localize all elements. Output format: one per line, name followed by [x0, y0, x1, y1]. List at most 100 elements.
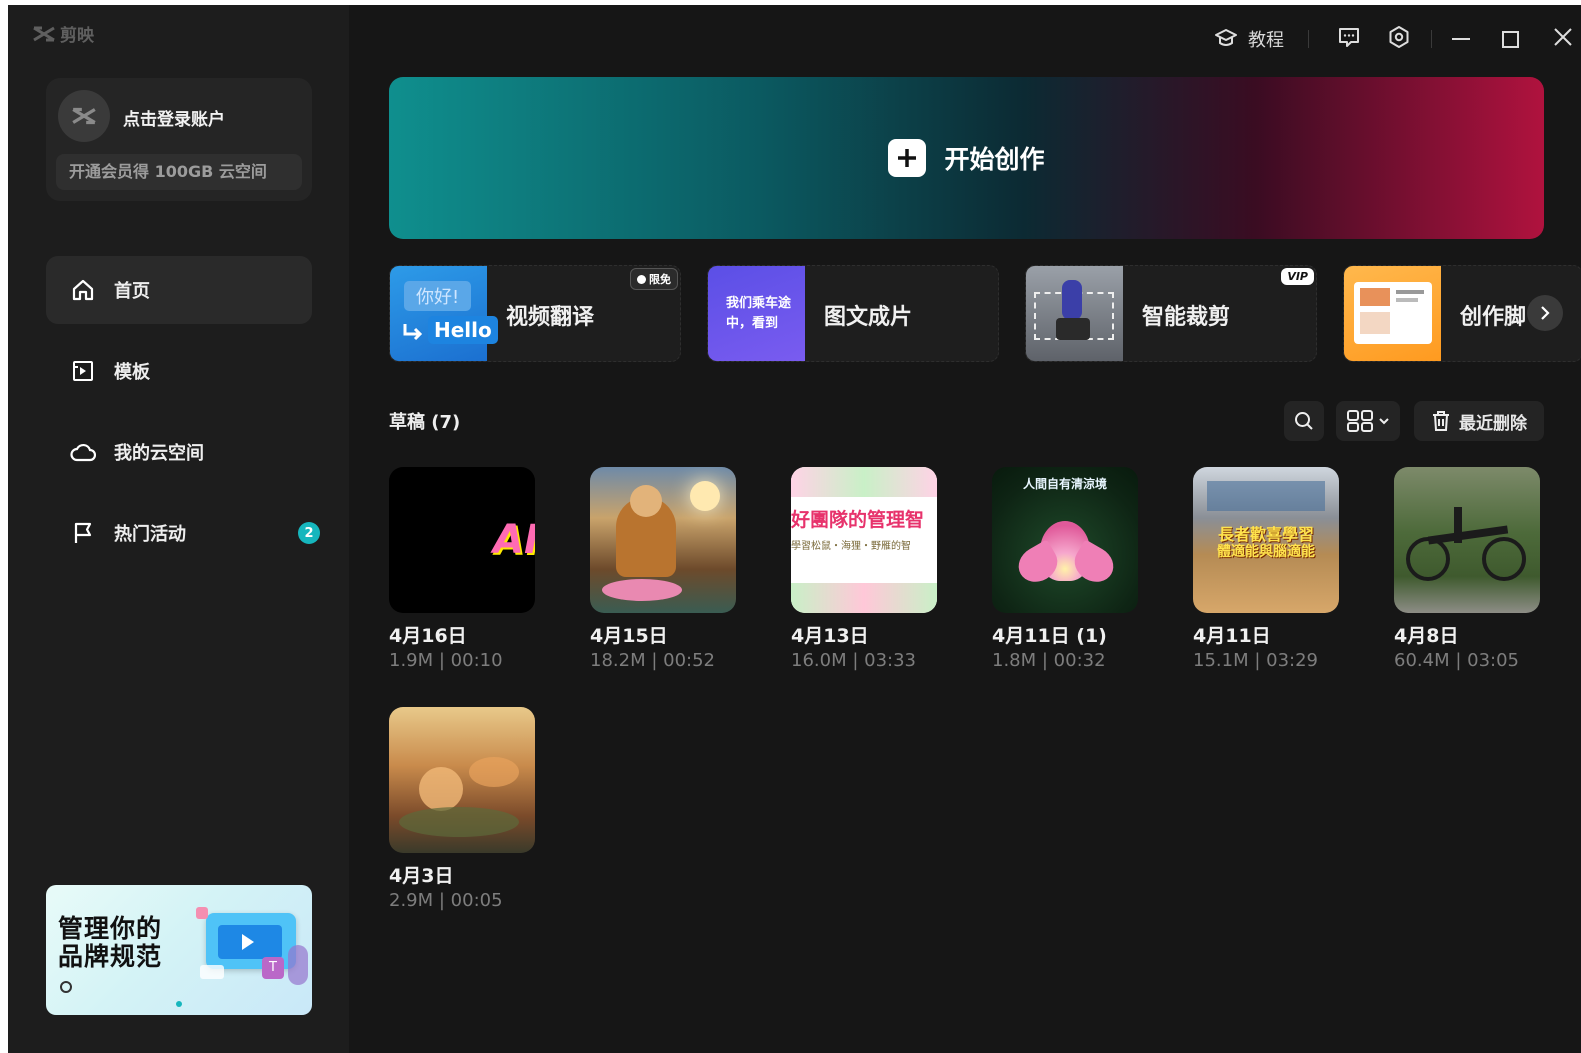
- text-to-video-thumbnail: 我们乘车途 中，看到: [708, 266, 805, 361]
- tool-video-translate[interactable]: 你好! Hello 视频翻译 限免: [389, 265, 681, 362]
- draft-meta: 18.2M | 00:52: [590, 650, 715, 671]
- nav-label: 模板: [114, 362, 150, 383]
- brand-promo-banner[interactable]: 管理你的 品牌规范 T: [46, 885, 312, 1015]
- recent-delete-button[interactable]: 最近删除: [1414, 401, 1544, 441]
- minimize-icon[interactable]: [1452, 38, 1470, 40]
- draft-card[interactable]: 4月8日 60.4M | 03:05: [1394, 467, 1544, 671]
- thumb-bubble-bottom: Hello: [428, 316, 498, 344]
- draft-meta: 15.1M | 03:29: [1193, 650, 1318, 671]
- thumb-overlay-text: 人間自有清涼境: [1022, 477, 1107, 491]
- chevron-down-icon: [1379, 418, 1389, 425]
- draft-date: 4月15日: [590, 625, 668, 647]
- sidebar: 剪映 点击登录账户 开通会员得 100GB 云空间 首页 模板 我的云空间 热门…: [8, 5, 349, 1053]
- free-tag-label: 限免: [649, 273, 671, 286]
- tool-text-to-video[interactable]: 我们乘车途 中，看到 图文成片: [707, 265, 999, 362]
- draft-date: 4月11日 (1): [992, 625, 1107, 647]
- title-bar: 教程: [1214, 19, 1581, 59]
- draft-card[interactable]: 4月15日 18.2M | 00:52: [590, 467, 740, 671]
- free-tag: 限免: [630, 268, 678, 290]
- draft-card[interactable]: AI 4月16日 1.9M | 00:10: [389, 467, 539, 671]
- draft-card[interactable]: 人間自有清涼境 4月11日 (1) 1.8M | 00:32: [992, 467, 1142, 671]
- arrow-turn-icon: [403, 324, 423, 341]
- clock-icon: [637, 274, 646, 284]
- scroll-right-button[interactable]: [1527, 295, 1563, 331]
- flag-icon: [70, 520, 96, 546]
- draft-thumbnail: [590, 467, 736, 613]
- draft-date: 4月13日: [791, 625, 869, 647]
- settings-icon[interactable]: [1387, 25, 1411, 54]
- thumb-overlay-sub: 體適能與腦適能: [1217, 544, 1315, 560]
- draft-thumbnail: AI: [389, 467, 535, 613]
- plus-icon: [888, 139, 927, 177]
- drafts-title: 草稿 (7): [389, 412, 461, 433]
- draft-date: 4月8日: [1394, 625, 1459, 647]
- tool-label: 创作脚: [1460, 305, 1527, 330]
- promo-line-1: 管理你的: [58, 914, 163, 943]
- recent-delete-label: 最近删除: [1459, 413, 1527, 434]
- draft-date: 4月3日: [389, 865, 454, 887]
- grid-view-icon: [1347, 410, 1373, 432]
- app-name: 剪映: [60, 26, 94, 46]
- draft-thumbnail: [389, 707, 535, 853]
- start-creation-button[interactable]: 开始创作: [389, 77, 1544, 239]
- draft-card[interactable]: 好團隊的管理智 學習松鼠・海狸・野雁的智 4月13日 16.0M | 03:33: [791, 467, 941, 671]
- tool-label: 视频翻译: [506, 305, 595, 330]
- thumb-overlay-text: AI: [493, 517, 535, 563]
- home-icon: [70, 277, 96, 303]
- avatar-logo-icon: [72, 107, 96, 125]
- draft-thumbnail: 好團隊的管理智 學習松鼠・海狸・野雁的智: [791, 467, 937, 613]
- login-link[interactable]: 点击登录账户: [123, 105, 225, 130]
- promo-line-2: 品牌规范: [58, 942, 163, 971]
- promo-illustration: T: [196, 907, 308, 985]
- vip-tag: VIP: [1281, 268, 1314, 285]
- app-logo: 剪映: [32, 21, 94, 46]
- thumb-bubble-top: 你好!: [404, 281, 472, 311]
- tutorial-button[interactable]: 教程: [1214, 26, 1284, 52]
- account-card[interactable]: 点击登录账户 开通会员得 100GB 云空间: [46, 78, 312, 201]
- thumb-overlay-text: 好團隊的管理智: [791, 509, 925, 531]
- separator: [1431, 30, 1432, 48]
- nav-home[interactable]: 首页: [46, 256, 312, 324]
- nav-events[interactable]: 热门活动 2: [46, 499, 320, 567]
- play-icon: [242, 934, 254, 950]
- cloud-icon: [70, 439, 96, 465]
- start-creation-label: 开始创作: [944, 145, 1045, 174]
- draft-date: 4月16日: [389, 625, 467, 647]
- nav-label: 首页: [114, 281, 150, 302]
- thumb-caption-2: 中，看到: [726, 316, 779, 331]
- promo-banner-text: 管理你的 品牌规范: [58, 915, 162, 971]
- nav-label: 我的云空间: [114, 443, 204, 464]
- feedback-icon[interactable]: [1337, 25, 1361, 54]
- trash-icon: [1433, 411, 1449, 431]
- maximize-icon[interactable]: [1502, 30, 1519, 48]
- draft-thumbnail: 人間自有清涼境: [992, 467, 1138, 613]
- vip-promo[interactable]: 开通会员得 100GB 云空间: [56, 154, 302, 190]
- chevron-right-icon: [1541, 306, 1550, 320]
- search-button[interactable]: [1284, 401, 1324, 441]
- draft-meta: 16.0M | 03:33: [791, 650, 916, 671]
- tool-label: 图文成片: [824, 305, 913, 330]
- tool-label: 智能裁剪: [1142, 305, 1231, 330]
- script-thumbnail: [1344, 266, 1441, 361]
- draft-meta: 60.4M | 03:05: [1394, 650, 1519, 671]
- promo-brand-mark: [60, 981, 72, 993]
- close-icon[interactable]: [1553, 27, 1573, 52]
- nav-cloud[interactable]: 我的云空间: [46, 418, 312, 486]
- search-icon: [1295, 412, 1313, 430]
- draft-meta: 2.9M | 00:05: [389, 890, 503, 911]
- carousel-dot[interactable]: [176, 1001, 182, 1007]
- graduation-cap-icon: [1215, 29, 1237, 46]
- tool-smart-crop[interactable]: 智能裁剪 VIP: [1025, 265, 1317, 362]
- draft-thumbnail: 長者歡喜學習 體適能與腦適能: [1193, 467, 1339, 613]
- nav-templates[interactable]: 模板: [46, 337, 312, 405]
- thumb-caption-1: 我们乘车途: [726, 296, 792, 311]
- draft-meta: 1.9M | 00:10: [389, 650, 503, 671]
- avatar[interactable]: [58, 90, 110, 142]
- separator: [1308, 30, 1309, 48]
- draft-meta: 1.8M | 00:32: [992, 650, 1106, 671]
- draft-card[interactable]: 長者歡喜學習 體適能與腦適能 4月11日 15.1M | 03:29: [1193, 467, 1343, 671]
- tutorial-label: 教程: [1248, 30, 1284, 51]
- view-toggle-button[interactable]: [1336, 401, 1400, 441]
- nav-label: 热门活动: [114, 524, 186, 545]
- draft-card[interactable]: 4月3日 2.9M | 00:05: [389, 707, 539, 911]
